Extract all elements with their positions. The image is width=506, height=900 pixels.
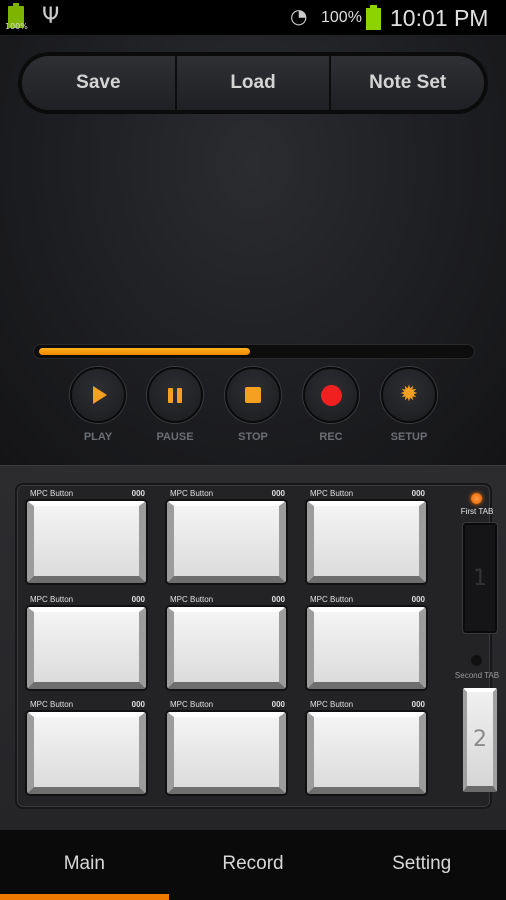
rec-control: REC [303,367,359,443]
battery-percent: 100% [321,9,362,26]
pad-header: MPC Button 000 [27,489,147,501]
pad-header: MPC Button 000 [307,700,427,712]
play-label: PLAY [83,431,113,443]
pad-panel: MPC Button 000 MPC Button 000 MPC Button 000 M… [15,483,499,809]
battery-icon [366,5,381,30]
record-icon [320,384,342,406]
tab-main[interactable]: Main [0,830,169,900]
mpc-button[interactable] [27,501,146,583]
play-control: PLAY [70,367,126,443]
mpc-pad: MPC Button 000 [307,700,427,800]
pad-value: 000 [411,595,425,604]
pad-value: 000 [411,489,425,498]
stop-button[interactable] [225,367,281,423]
clock: 10:01 PM [390,5,489,31]
mpc-pad: MPC Button 000 [167,595,287,695]
play-icon [93,386,107,404]
pad-value: 000 [271,595,285,604]
mpc-pad: MPC Button 000 [27,489,147,589]
battery-small-percent: 100% [5,22,28,31]
pad-value: 000 [271,700,285,709]
note-set-button[interactable]: Note Set [331,56,484,110]
file-actions: Save Load Note Set [18,52,488,114]
pad-header: MPC Button 000 [27,595,147,607]
mpc-button[interactable] [167,501,286,583]
second-tab-button[interactable]: 2 [463,688,497,792]
save-button[interactable]: Save [22,56,177,110]
pad-value: 000 [131,595,145,604]
mpc-button[interactable] [307,501,426,583]
tab-setting[interactable]: Setting [337,830,506,900]
mpc-pad: MPC Button 000 [307,595,427,695]
progress-fill [39,348,250,355]
stop-label: STOP [238,431,268,443]
pad-label: MPC Button [30,700,74,709]
pad-label: MPC Button [30,489,74,498]
pad-area: MPC Button 000 MPC Button 000 MPC Button 000 M… [0,465,506,830]
mpc-button[interactable] [167,712,286,794]
mpc-pad: MPC Button 000 [27,700,147,800]
rec-label: REC [319,431,343,443]
setup-button[interactable]: ✹ [381,367,437,423]
mpc-pad: MPC Button 000 [307,489,427,589]
first-tab-label: First TAB [460,507,494,516]
pause-control: PAUSE [147,367,203,443]
stop-control: STOP [225,367,281,443]
pad-header: MPC Button 000 [167,595,287,607]
play-button[interactable] [70,367,126,423]
mpc-button[interactable] [307,712,426,794]
pad-label: MPC Button [170,489,214,498]
mpc-button[interactable] [307,607,426,689]
transport-controls: PLAY PAUSE STOP REC ✹ SETUP [0,367,506,447]
setup-control: ✹ SETUP [381,367,437,443]
tab-record[interactable]: Record [169,830,338,900]
pad-label: MPC Button [170,700,214,709]
pad-value: 000 [131,700,145,709]
pad-label: MPC Button [170,595,214,604]
setup-label: SETUP [390,431,428,443]
bottom-nav: Main Record Setting [0,830,506,900]
pad-value: 000 [411,700,425,709]
mpc-pad: MPC Button 000 [167,700,287,800]
pad-label: MPC Button [30,595,74,604]
load-button[interactable]: Load [177,56,332,110]
stop-icon [245,387,261,403]
pad-header: MPC Button 000 [167,700,287,712]
mpc-button[interactable] [27,712,146,794]
pause-button[interactable] [147,367,203,423]
pause-icon [168,387,182,403]
setup-icon: ✹ [399,382,419,407]
tab-selector: First TAB 1 Second TAB 2 [455,485,499,805]
record-button[interactable] [303,367,359,423]
player-panel: Save Load Note Set PLAY PAUSE STOP REC ✹… [0,35,506,465]
usb-icon: Ψ [42,4,60,29]
first-tab-button[interactable]: 1 [463,523,497,633]
pad-label: MPC Button [310,700,354,709]
mpc-pad: MPC Button 000 [167,489,287,589]
first-tab-led [471,493,482,504]
mpc-pad: MPC Button 000 [27,595,147,695]
pad-value: 000 [271,489,285,498]
pad-header: MPC Button 000 [307,595,427,607]
pad-header: MPC Button 000 [27,700,147,712]
second-tab-led [471,655,482,666]
pad-label: MPC Button [310,595,354,604]
pad-label: MPC Button [310,489,354,498]
pad-header: MPC Button 000 [167,489,287,501]
mpc-button[interactable] [27,607,146,689]
second-tab-label: Second TAB [454,671,500,680]
wifi-icon: ◔ [290,4,308,28]
pause-label: PAUSE [156,431,194,443]
status-bar: 100% Ψ ◔ 100% 10:01 PM [0,0,506,35]
playback-progress[interactable] [33,344,475,359]
pad-value: 000 [131,489,145,498]
pad-header: MPC Button 000 [307,489,427,501]
mpc-button[interactable] [167,607,286,689]
